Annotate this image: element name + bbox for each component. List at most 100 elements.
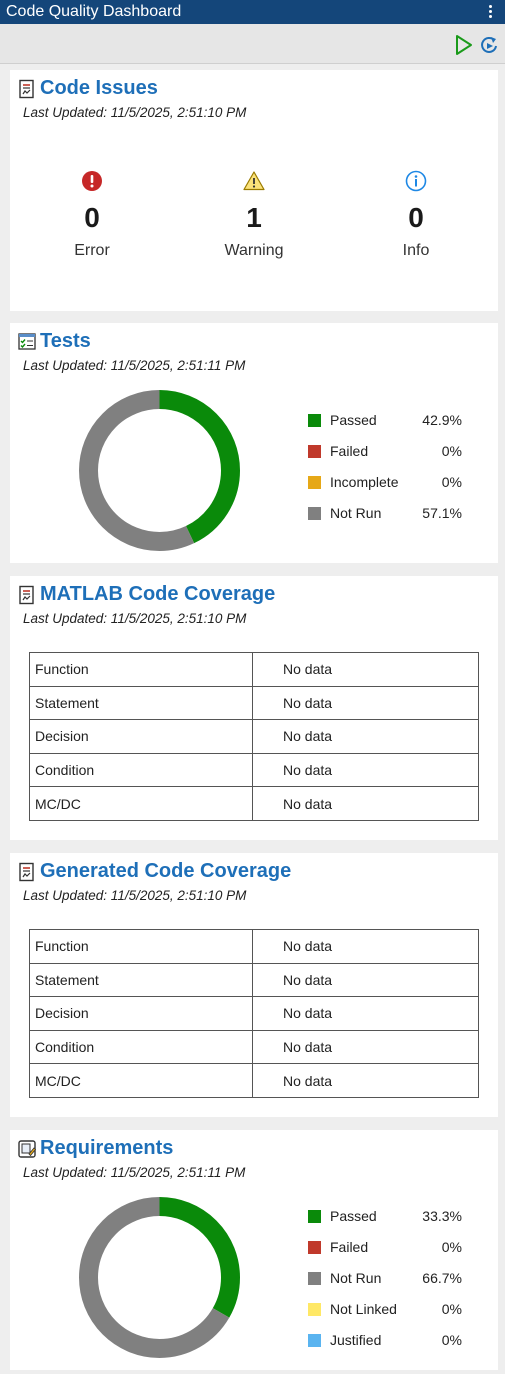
metric-value: No data (252, 752, 479, 788)
legend-row: Passed 42.9% (308, 409, 468, 440)
metric-name: Decision (29, 719, 253, 754)
metric-value: No data (252, 929, 479, 964)
legend-row: Not Linked 0% (308, 1298, 468, 1329)
error-summary[interactable]: 0 Error (32, 170, 152, 260)
requirements-card: Requirements Last Updated: 11/5/2025, 2:… (10, 1130, 498, 1370)
table-row: Condition No data (29, 1029, 479, 1065)
error-label: Error (74, 242, 110, 259)
legend-value: 33.3% (422, 1208, 462, 1224)
error-icon (81, 170, 103, 192)
legend-value: 42.9% (422, 412, 462, 428)
error-count: 0 (84, 202, 100, 233)
warning-count: 1 (246, 202, 262, 233)
info-count: 0 (408, 202, 424, 233)
legend-swatch (308, 1334, 321, 1347)
table-row: MC/DC No data (29, 786, 479, 821)
card-title[interactable]: Tests (40, 330, 91, 353)
metric-value: No data (252, 786, 479, 821)
tests-legend: Passed 42.9% Failed 0% Incomplete 0% Not Run 57… (308, 409, 468, 533)
metric-name: Function (29, 929, 253, 964)
legend-row: Not Run 66.7% (308, 1267, 468, 1298)
warning-icon (243, 170, 265, 192)
table-row: Function No data (29, 929, 479, 964)
generated-coverage-table: Function No data Statement No data Decisio… (29, 929, 479, 1098)
table-row: Condition No data (29, 752, 479, 788)
generated-coverage-card: Generated Code Coverage Last Updated: 11… (10, 853, 498, 1117)
report-icon (17, 585, 37, 605)
last-updated: Last Updated: 11/5/2025, 2:51:10 PM (23, 105, 247, 120)
card-title[interactable]: Code Issues (40, 77, 158, 100)
legend-label: Failed (330, 443, 369, 459)
legend-row: Failed 0% (308, 440, 468, 471)
metric-name: MC/DC (29, 1063, 253, 1098)
requirements-icon (17, 1139, 37, 1159)
info-summary[interactable]: 0 Info (356, 170, 476, 260)
info-label: Info (402, 242, 430, 259)
table-row: Statement No data (29, 685, 479, 721)
legend-label: Failed (330, 1239, 369, 1255)
legend-value: 0% (441, 474, 462, 490)
legend-value: 0% (441, 1301, 462, 1317)
legend-row: Justified 0% (308, 1329, 468, 1360)
metric-name: Statement (29, 962, 253, 998)
title-bar: Code Quality Dashboard (0, 0, 505, 24)
last-updated: Last Updated: 11/5/2025, 2:51:11 PM (23, 1165, 246, 1180)
legend-label: Not Run (330, 1270, 382, 1286)
legend-swatch (308, 507, 321, 520)
legend-label: Passed (330, 1208, 377, 1224)
tests-donut-chart[interactable] (78, 389, 241, 552)
legend-label: Incomplete (330, 474, 399, 490)
matlab-coverage-card: MATLAB Code Coverage Last Updated: 11/5/… (10, 576, 498, 840)
metric-name: Decision (29, 996, 253, 1031)
card-title[interactable]: Requirements (40, 1137, 173, 1160)
table-row: Decision No data (29, 996, 479, 1031)
legend-label: Not Linked (330, 1301, 397, 1317)
test-manager-icon (17, 332, 37, 352)
refresh-icon[interactable] (479, 34, 499, 56)
warning-summary[interactable]: 1 Warning (194, 170, 314, 260)
more-options-icon[interactable] (485, 3, 495, 21)
warning-label: Warning (224, 242, 284, 259)
legend-value: 57.1% (422, 505, 462, 521)
legend-value: 66.7% (422, 1270, 462, 1286)
legend-swatch (308, 414, 321, 427)
requirements-donut-chart[interactable] (78, 1196, 241, 1359)
legend-label: Not Run (330, 505, 382, 521)
tests-card: Tests Last Updated: 11/5/2025, 2:51:11 P… (10, 323, 498, 563)
metric-value: No data (252, 962, 479, 998)
legend-value: 0% (441, 1239, 462, 1255)
toolbar (0, 24, 505, 64)
run-icon[interactable] (454, 34, 474, 56)
legend-swatch (308, 1210, 321, 1223)
legend-swatch (308, 1272, 321, 1285)
metric-value: No data (252, 719, 479, 754)
metric-name: MC/DC (29, 786, 253, 821)
card-title[interactable]: MATLAB Code Coverage (40, 583, 275, 606)
metric-name: Condition (29, 752, 253, 788)
matlab-coverage-table: Function No data Statement No data Decisio… (29, 652, 479, 821)
metric-value: No data (252, 1029, 479, 1065)
report-icon (17, 79, 37, 99)
legend-row: Not Run 57.1% (308, 502, 468, 533)
app-title: Code Quality Dashboard (6, 3, 182, 20)
legend-value: 0% (441, 443, 462, 459)
legend-swatch (308, 1241, 321, 1254)
last-updated: Last Updated: 11/5/2025, 2:51:10 PM (23, 888, 247, 903)
metric-value: No data (252, 685, 479, 721)
metric-value: No data (252, 1063, 479, 1098)
legend-label: Justified (330, 1332, 382, 1348)
metric-name: Statement (29, 685, 253, 721)
report-icon (17, 862, 37, 882)
last-updated: Last Updated: 11/5/2025, 2:51:10 PM (23, 611, 247, 626)
table-row: Function No data (29, 652, 479, 687)
code-issues-card: Code Issues Last Updated: 11/5/2025, 2:5… (10, 70, 498, 311)
metric-name: Function (29, 652, 253, 687)
metric-name: Condition (29, 1029, 253, 1065)
legend-label: Passed (330, 412, 377, 428)
legend-swatch (308, 476, 321, 489)
legend-value: 0% (441, 1332, 462, 1348)
card-title[interactable]: Generated Code Coverage (40, 860, 291, 883)
requirements-legend: Passed 33.3% Failed 0% Not Run 66.7% Not Linke… (308, 1205, 468, 1360)
metric-value: No data (252, 996, 479, 1031)
legend-swatch (308, 1303, 321, 1316)
